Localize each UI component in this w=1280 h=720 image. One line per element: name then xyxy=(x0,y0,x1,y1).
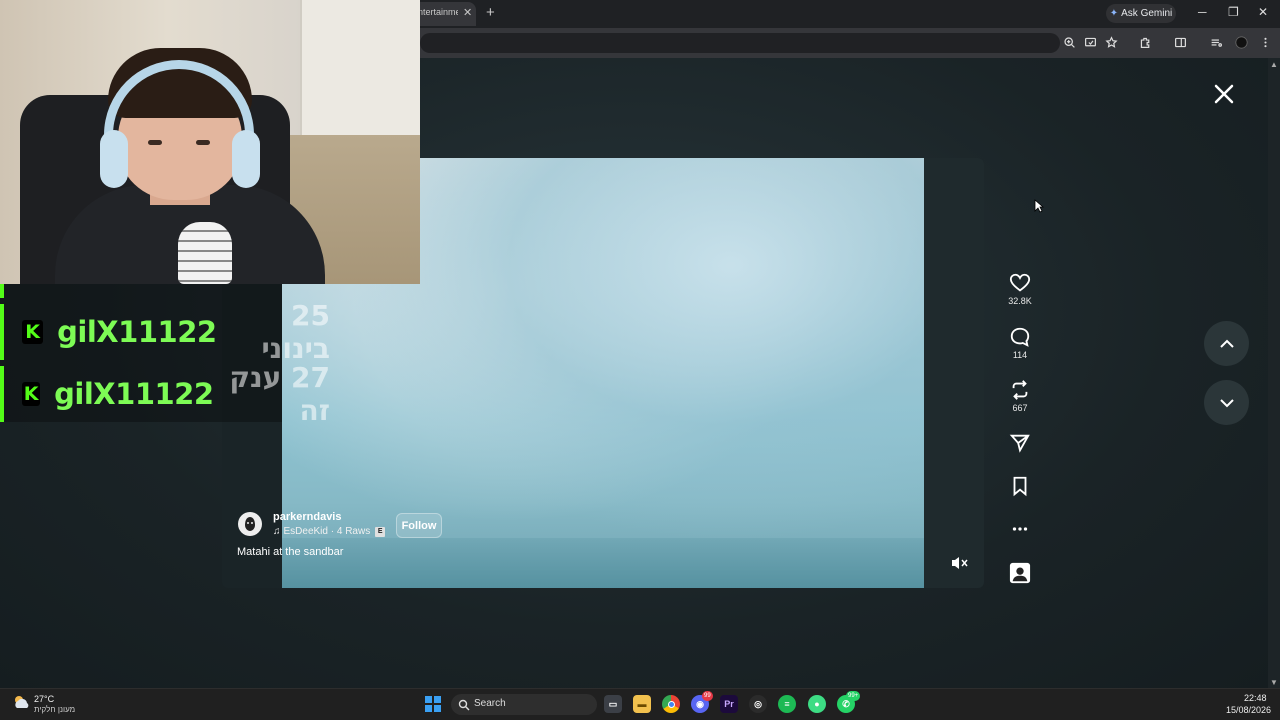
page-scrollbar[interactable] xyxy=(1268,58,1280,688)
chrome-icon[interactable] xyxy=(662,695,680,713)
discord-notification-badge: 99 xyxy=(702,691,713,701)
close-window-button[interactable]: ✕ xyxy=(1258,5,1268,19)
sound-link[interactable]: ♫ EsDeeKid · 4 Raws E xyxy=(273,526,386,537)
repost-action[interactable]: 667 xyxy=(1004,379,1036,413)
next-video-button[interactable] xyxy=(1204,380,1249,425)
post-caption: Matahi at the sandbar xyxy=(237,546,344,558)
ask-gemini-button[interactable]: ✦ Ask Gemini xyxy=(1106,4,1176,23)
webcam-overlay xyxy=(0,0,420,284)
chat-username: gilX11122 xyxy=(54,377,214,411)
taskbar-search-box[interactable] xyxy=(451,694,597,715)
task-view-icon[interactable]: ▭ xyxy=(604,695,622,713)
new-tab-button[interactable]: + xyxy=(486,4,495,21)
chat-text: 27 ענק זה xyxy=(229,361,330,427)
cast-icon[interactable] xyxy=(1082,34,1098,50)
tab-close-icon[interactable]: ✕ xyxy=(463,6,472,19)
creator-logo-icon xyxy=(245,517,255,531)
bookmark-star-icon[interactable] xyxy=(1103,34,1119,50)
minimize-button[interactable]: ─ xyxy=(1198,5,1207,19)
ask-gemini-label: Ask Gemini xyxy=(1121,8,1173,19)
share-icon[interactable] xyxy=(1009,432,1031,454)
comment-count: 114 xyxy=(1012,350,1028,360)
sound-title: EsDeeKid · 4 Raws xyxy=(283,526,371,537)
previous-video-button[interactable] xyxy=(1204,321,1249,366)
video-side-letterbox xyxy=(924,158,984,588)
music-note-icon: ♫ xyxy=(273,526,281,537)
taskbar-clock-time[interactable]: 22:48 xyxy=(1244,693,1267,703)
headphones-cup xyxy=(232,130,260,188)
side-panel-icon[interactable] xyxy=(1172,34,1188,50)
obs-icon[interactable]: ◎ xyxy=(749,695,767,713)
webcam-background-door xyxy=(300,0,420,150)
windows-start-icon[interactable] xyxy=(425,696,441,712)
mouse-cursor-icon xyxy=(1034,199,1045,213)
search-icon xyxy=(458,698,470,711)
weather-temperature: 27°C xyxy=(34,694,55,704)
bookmark-icon[interactable] xyxy=(1009,475,1031,497)
comment-icon[interactable] xyxy=(1009,326,1031,348)
creator-username[interactable]: parkerndavis xyxy=(273,511,341,523)
scroll-down-icon[interactable]: ▼ xyxy=(1270,678,1278,687)
mute-icon[interactable] xyxy=(950,555,968,571)
chat-row-partial xyxy=(0,284,4,298)
more-action[interactable] xyxy=(1004,518,1036,540)
gemini-star-icon: ✦ xyxy=(1109,8,1119,19)
zoom-icon[interactable] xyxy=(1061,34,1077,50)
weather-cloud-icon[interactable] xyxy=(12,693,32,711)
profile-icon[interactable] xyxy=(1009,562,1031,584)
comment-action[interactable]: 114 xyxy=(1004,326,1036,360)
chat-message: K gilX11122 27 ענק זה xyxy=(0,361,330,427)
scroll-up-icon[interactable]: ▲ xyxy=(1270,60,1278,69)
browser-tab-title: ntertainme xyxy=(418,7,458,17)
creator-avatar[interactable] xyxy=(238,512,262,536)
close-icon[interactable] xyxy=(1210,80,1238,108)
taskbar-clock-date[interactable]: 15/08/2026 xyxy=(1226,705,1271,715)
taskbar-search-label: Search xyxy=(474,698,506,709)
chevron-up-icon xyxy=(1219,339,1234,348)
kick-logo-icon: K xyxy=(22,320,44,344)
headphones-cup xyxy=(100,130,128,188)
address-bar[interactable] xyxy=(420,33,1060,53)
bookmark-action[interactable] xyxy=(1004,475,1036,497)
restore-button[interactable]: ❐ xyxy=(1228,5,1239,19)
android-app-icon[interactable]: ● xyxy=(808,695,826,713)
repost-count: 667 xyxy=(1012,403,1028,413)
heart-icon[interactable] xyxy=(1009,272,1031,294)
share-action[interactable] xyxy=(1004,432,1036,454)
file-explorer-icon[interactable]: ▬ xyxy=(633,695,651,713)
whatsapp-notification-badge: 99+ xyxy=(846,691,861,701)
extensions-icon[interactable] xyxy=(1137,34,1153,50)
weather-description: מעונן חלקית xyxy=(34,705,76,714)
repost-icon[interactable] xyxy=(1009,379,1031,401)
explicit-badge: E xyxy=(375,526,386,537)
kick-logo-icon: K xyxy=(22,382,41,406)
browser-menu-icon[interactable] xyxy=(1257,34,1273,50)
premiere-pro-icon[interactable]: Pr xyxy=(720,695,738,713)
spotify-icon[interactable]: ≡ xyxy=(778,695,796,713)
sea-surface xyxy=(282,538,924,588)
microphone xyxy=(178,222,232,284)
chevron-down-icon xyxy=(1219,398,1234,407)
profile-action[interactable] xyxy=(1004,562,1036,584)
follow-button[interactable]: Follow xyxy=(396,513,442,538)
chat-text: 25 בינוני xyxy=(261,299,330,365)
media-icon[interactable] xyxy=(1208,34,1224,50)
like-count: 32.8K xyxy=(1008,296,1032,306)
more-icon[interactable] xyxy=(1009,518,1031,540)
profile-avatar-icon[interactable] xyxy=(1233,34,1249,50)
chat-username: gilX11122 xyxy=(57,315,217,349)
chat-message: K gilX11122 25 בינוני xyxy=(0,299,330,365)
like-action[interactable]: 32.8K xyxy=(1004,272,1036,306)
